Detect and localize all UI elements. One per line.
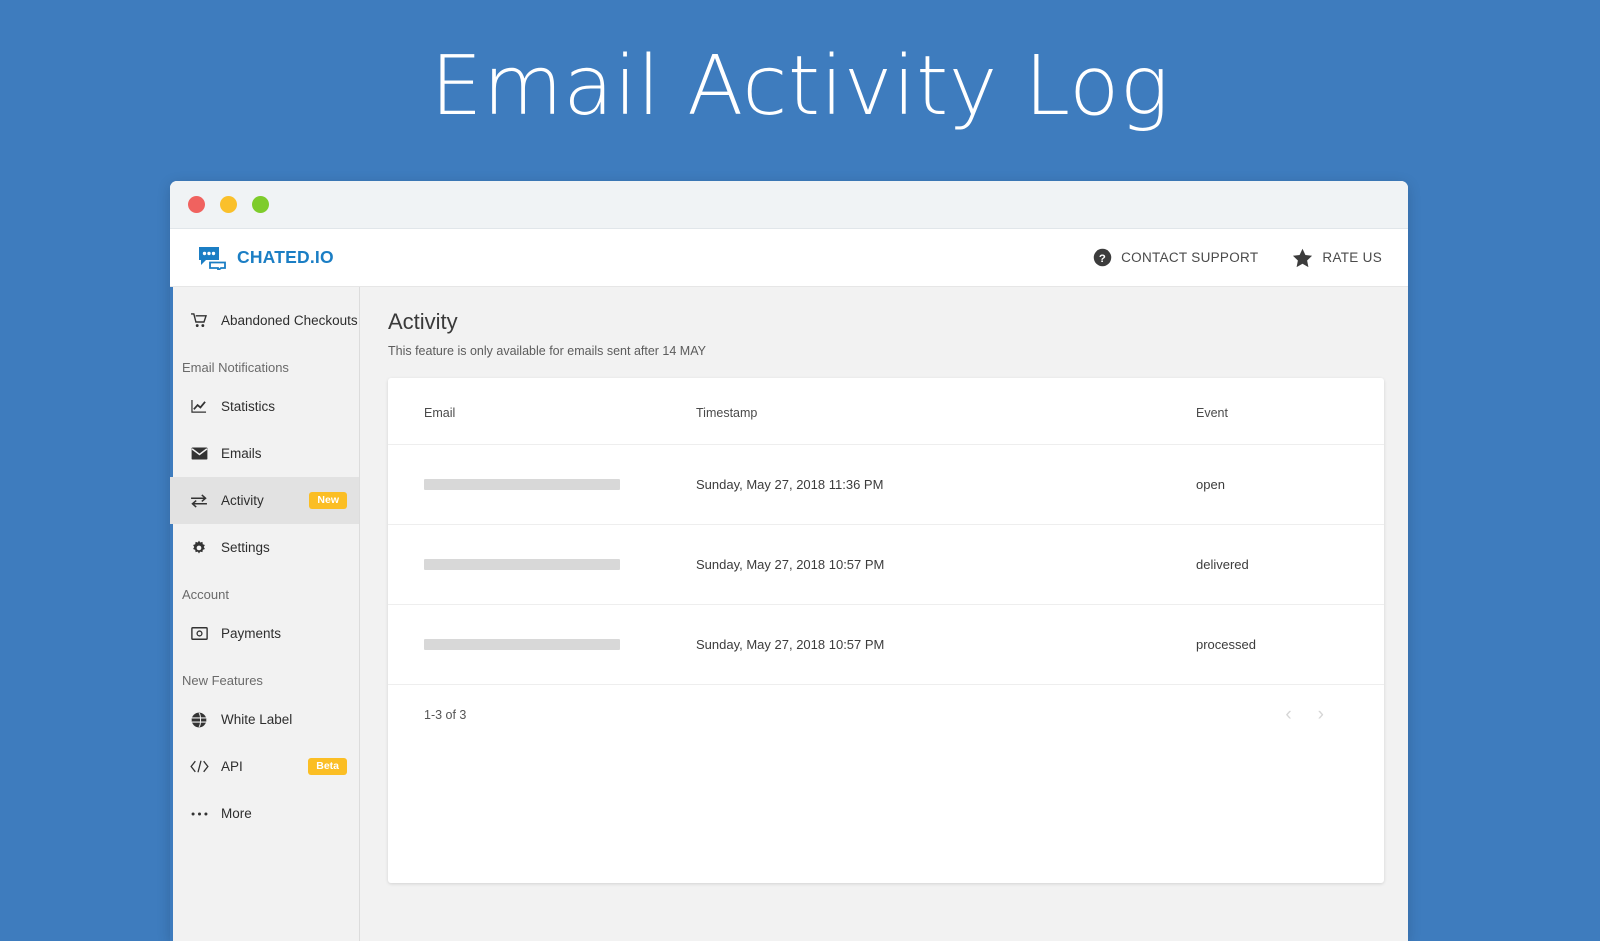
sidebar-item-statistics[interactable]: Statistics [170, 383, 359, 430]
shopping-cart-icon [189, 313, 209, 328]
sidebar-section-email-notifications: Email Notifications [170, 344, 359, 383]
page-title: Activity [388, 309, 458, 334]
redacted-email-bar [424, 479, 620, 490]
cell-email [388, 524, 696, 605]
table-row[interactable]: Sunday, May 27, 2018 11:36 PM open [388, 444, 1384, 525]
table-row[interactable]: Sunday, May 27, 2018 10:57 PM delivered [388, 524, 1384, 605]
window-maximize-button[interactable] [252, 196, 269, 213]
pagination-count: 1-3 of 3 [424, 707, 467, 722]
sidebar-item-label: White Label [221, 712, 293, 727]
screenshot-stage: Email Activity Log CHATED.IO ? CONTACT S… [0, 0, 1600, 941]
window-close-button[interactable] [188, 196, 205, 213]
cell-timestamp: Sunday, May 27, 2018 11:36 PM [696, 444, 1196, 525]
sidebar-section-label: Account [182, 587, 229, 602]
sidebar-item-activity[interactable]: Activity New [170, 477, 359, 524]
sidebar-item-api[interactable]: API Beta [170, 743, 359, 790]
chevron-right-icon[interactable]: › [1318, 705, 1324, 724]
chevron-left-icon[interactable]: ‹ [1285, 705, 1291, 724]
globe-icon [189, 712, 209, 728]
table-row[interactable]: Sunday, May 27, 2018 10:57 PM processed [388, 604, 1384, 685]
svg-text:?: ? [1099, 253, 1106, 265]
pagination-buttons: ‹ › [1285, 705, 1356, 724]
cell-event: delivered [1196, 524, 1384, 605]
table-header-row: Email Timestamp Event [388, 378, 1384, 445]
rate-us-button[interactable]: RATE US [1292, 248, 1382, 268]
sidebar-item-more[interactable]: More [170, 790, 359, 837]
banknote-icon [189, 627, 209, 640]
cell-email [388, 444, 696, 525]
sidebar-item-payments[interactable]: Payments [170, 610, 359, 657]
cell-timestamp: Sunday, May 27, 2018 10:57 PM [696, 524, 1196, 605]
sidebar-item-emails[interactable]: Emails [170, 430, 359, 477]
column-header-event[interactable]: Event [1196, 378, 1384, 445]
cell-timestamp: Sunday, May 27, 2018 10:57 PM [696, 604, 1196, 685]
chat-bubble-icon [198, 246, 228, 270]
sidebar-item-label: API [221, 759, 243, 774]
redacted-email-bar [424, 559, 620, 570]
sidebar-section-label: New Features [182, 673, 263, 688]
page-subtitle: This feature is only available for email… [388, 344, 706, 358]
window-titlebar [170, 181, 1408, 229]
star-icon [1292, 248, 1313, 268]
sidebar-item-label: Emails [221, 446, 262, 461]
table-pagination: 1-3 of 3 ‹ › [388, 685, 1384, 724]
app-body: Abandoned Checkouts Email Notifications … [170, 287, 1408, 941]
sidebar-item-label: Payments [221, 626, 282, 641]
cell-event: processed [1196, 604, 1384, 685]
sidebar-item-settings[interactable]: Settings [170, 524, 359, 571]
brand-logo[interactable]: CHATED.IO [198, 246, 334, 270]
contact-support-button[interactable]: ? CONTACT SUPPORT [1093, 248, 1258, 267]
app-header: CHATED.IO ? CONTACT SUPPORT RATE US [170, 229, 1408, 287]
code-brackets-icon [189, 760, 209, 773]
sidebar-item-abandoned-checkouts[interactable]: Abandoned Checkouts [170, 297, 359, 344]
sidebar-section-label: Email Notifications [182, 360, 289, 375]
cell-email [388, 604, 696, 685]
sidebar-section-new-features: New Features [170, 657, 359, 696]
sidebar-item-label: Abandoned Checkouts [221, 313, 358, 328]
question-mark-circle-icon: ? [1093, 248, 1112, 267]
main-content: Activity This feature is only available … [360, 287, 1408, 941]
activity-table-head: Email Timestamp Event [388, 378, 1384, 445]
activity-table: Email Timestamp Event Sunday, May 27, 20… [388, 378, 1384, 685]
column-header-email[interactable]: Email [388, 378, 696, 445]
header-actions: ? CONTACT SUPPORT RATE US [1093, 248, 1382, 268]
sidebar-section-account: Account [170, 571, 359, 610]
browser-window: CHATED.IO ? CONTACT SUPPORT RATE US Aban… [170, 181, 1408, 941]
sidebar-item-label: Settings [221, 540, 270, 555]
sidebar-item-label: More [221, 806, 252, 821]
cell-event: open [1196, 444, 1384, 525]
transfer-arrows-icon [189, 493, 209, 508]
redacted-email-bar [424, 639, 620, 650]
sidebar-item-badge-new: New [309, 491, 347, 510]
window-minimize-button[interactable] [220, 196, 237, 213]
sidebar: Abandoned Checkouts Email Notifications … [170, 287, 360, 941]
ellipsis-icon [189, 811, 209, 817]
column-header-timestamp[interactable]: Timestamp [696, 378, 1196, 445]
activity-table-body: Sunday, May 27, 2018 11:36 PM open Sunda… [388, 444, 1384, 685]
brand-name: CHATED.IO [237, 247, 334, 267]
sidebar-item-badge-beta: Beta [308, 757, 347, 776]
contact-support-label: CONTACT SUPPORT [1121, 250, 1259, 265]
activity-table-card: Email Timestamp Event Sunday, May 27, 20… [388, 378, 1384, 883]
sidebar-item-label: Statistics [221, 399, 276, 414]
envelope-icon [189, 447, 209, 460]
rate-us-label: RATE US [1322, 250, 1382, 265]
sidebar-item-label: Activity [221, 493, 264, 508]
page-hero-title: Email Activity Log [430, 39, 1170, 134]
line-chart-icon [189, 399, 209, 414]
sidebar-item-white-label[interactable]: White Label [170, 696, 359, 743]
gear-icon [189, 540, 209, 556]
